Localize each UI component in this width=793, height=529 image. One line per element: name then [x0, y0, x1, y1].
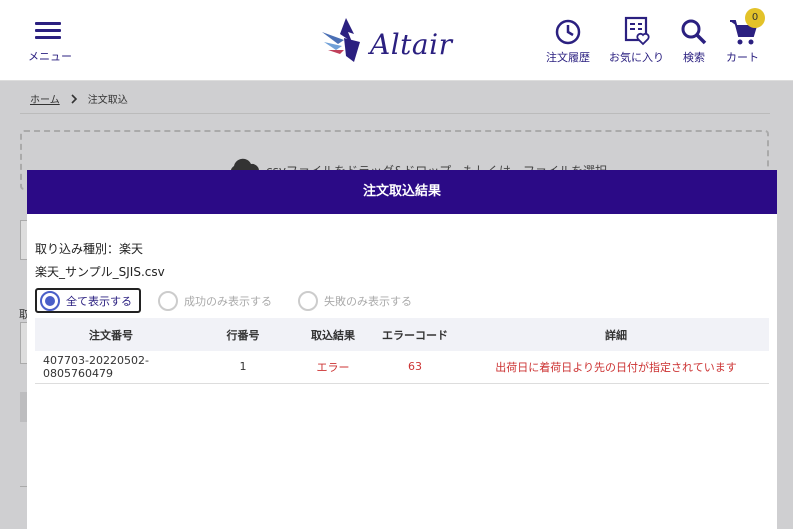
nav-label: カート: [726, 51, 759, 64]
cell-detail: 出荷日に着荷日より先の日付が指定されています: [463, 351, 769, 384]
cell-error-code: 63: [367, 351, 463, 384]
file-name-text: 楽天_サンプル_SJIS.csv: [35, 265, 165, 279]
filter-show-all-radio[interactable]: 全て表示する: [35, 288, 141, 313]
radio-label: 失敗のみ表示する: [324, 294, 412, 308]
radio-label: 全て表示する: [66, 294, 132, 308]
cell-result: エラー: [299, 351, 367, 384]
menu-label: メニュー: [28, 50, 72, 63]
logo[interactable]: Altair: [318, 12, 468, 70]
clock-icon: [555, 19, 581, 45]
filter-failure-only-radio[interactable]: 失敗のみ表示する: [293, 288, 421, 313]
favorites-icon: [624, 16, 650, 46]
breadcrumb: ホーム 注文取込: [30, 91, 128, 106]
hamburger-icon: [35, 20, 61, 40]
breadcrumb-home-link[interactable]: ホーム: [30, 91, 60, 106]
column-header-order-no: 注文番号: [35, 318, 187, 351]
nav-label: 検索: [683, 51, 705, 64]
radio-label: 成功のみ表示する: [184, 294, 272, 308]
logo-text: Altair: [370, 28, 453, 61]
radio-empty-icon: [158, 290, 178, 311]
search-icon: [681, 19, 707, 45]
import-type-text: 取り込み種別：楽天: [35, 242, 144, 256]
radio-selected-icon: [40, 290, 60, 311]
cart-count-badge: 0: [745, 8, 765, 28]
radio-empty-icon: [298, 290, 318, 311]
cell-line-no: 1: [187, 351, 299, 384]
nav-favorites[interactable]: お気に入り: [609, 16, 664, 65]
breadcrumb-current: 注文取込: [87, 95, 128, 106]
cell-order-no: 407703-20220502-0805760479: [35, 351, 187, 384]
column-header-line-no: 行番号: [187, 318, 299, 351]
results-table: 注文番号 行番号 取込結果 エラーコード 詳細 407703-20220502-…: [35, 318, 769, 384]
dialog-title: 注文取込結果: [27, 170, 777, 214]
chevron-right-icon: [71, 93, 77, 104]
divider: [20, 113, 770, 114]
result-filter-group: 全て表示する 成功のみ表示する 失敗のみ表示する: [35, 288, 421, 313]
column-header-detail: 詳細: [463, 318, 769, 351]
table-row: 407703-20220502-0805760479 1 エラー 63 出荷日に…: [35, 351, 769, 384]
menu-button[interactable]: メニュー: [28, 20, 72, 64]
nav-search[interactable]: 検索: [680, 16, 708, 65]
import-result-dialog: 注文取込結果 取り込み種別：楽天 楽天_サンプル_SJIS.csv 全て表示する…: [27, 170, 777, 529]
column-header-result: 取込結果: [299, 318, 367, 351]
filter-success-only-radio[interactable]: 成功のみ表示する: [153, 288, 281, 313]
nav-label: お気に入り: [609, 51, 664, 64]
nav-cart[interactable]: 0 カート: [726, 8, 765, 65]
site-header: メニュー Altair 注文履歴 お気に入り 検索 0 カート: [0, 0, 793, 81]
column-header-error-code: エラーコード: [367, 318, 463, 351]
nav-order-history[interactable]: 注文履歴: [546, 16, 590, 65]
table-header-row: 注文番号 行番号 取込結果 エラーコード 詳細: [35, 318, 769, 351]
nav-label: 注文履歴: [546, 51, 590, 64]
eagle-logo-icon: [322, 18, 360, 62]
